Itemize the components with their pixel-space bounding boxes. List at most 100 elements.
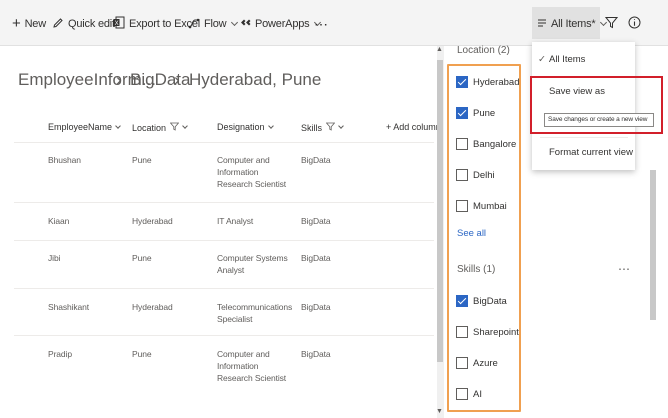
checkbox-hyderabad[interactable] xyxy=(456,76,468,88)
cell-skills: BigData xyxy=(301,253,331,263)
column-header-skills[interactable]: Skills xyxy=(301,122,344,133)
chevron-down-icon xyxy=(182,123,188,129)
list-icon xyxy=(537,18,547,31)
breadcrumb-separator: › xyxy=(116,70,122,89)
plus-icon: + xyxy=(12,14,21,32)
cell-location: Hyderabad xyxy=(132,302,173,312)
chevron-down-icon xyxy=(267,122,274,129)
filter-label-azure: Azure xyxy=(473,358,498,369)
powerapps-button[interactable]: PowerApps xyxy=(240,14,322,34)
cell-employee-name: Pradip xyxy=(48,349,72,359)
add-column-label: + Add column xyxy=(386,122,441,132)
column-header-employee-name[interactable]: EmployeeName xyxy=(48,122,121,132)
filter-label-delhi: Delhi xyxy=(473,170,495,181)
column-header-label: EmployeeName xyxy=(48,122,113,132)
save-view-tooltip: Save changes or create a new view xyxy=(544,113,654,127)
cell-location: Pune xyxy=(132,349,152,359)
quick-edit-label: Quick edit xyxy=(68,18,115,30)
skills-more-button[interactable]: ⋯ xyxy=(618,262,630,276)
add-column-button[interactable]: + Add column xyxy=(386,122,441,132)
view-name: All Items* xyxy=(551,18,596,30)
filter-label-bangalore: Bangalore xyxy=(473,139,517,150)
check-icon: ✓ xyxy=(538,54,546,65)
breadcrumb-current: Hyderabad, Pune xyxy=(189,70,322,89)
filter-label-sharepoint: Sharepoint xyxy=(473,327,519,338)
filter-pane-button[interactable] xyxy=(604,14,619,34)
filter-icon xyxy=(325,122,336,133)
cell-location: Pune xyxy=(132,253,152,263)
filter-icon xyxy=(604,16,619,32)
row-divider xyxy=(14,240,434,241)
cell-designation: Computer and Information Research Scient… xyxy=(217,155,287,189)
column-header-label: Skills xyxy=(301,122,323,133)
filter-label-mumbai: Mumbai xyxy=(473,201,507,212)
filter-label-bigdata: BigData xyxy=(473,296,507,307)
list-scrollbar[interactable] xyxy=(437,60,443,362)
skills-filter-title: Skills (1) xyxy=(457,264,496,275)
new-label: New xyxy=(24,18,47,30)
chevron-down-icon xyxy=(231,18,239,26)
filter-label-hyderabad: Hyderabad xyxy=(473,77,520,88)
cell-employee-name: Shashikant xyxy=(48,302,90,312)
quick-edit-button[interactable]: Quick edit xyxy=(52,14,115,34)
pencil-icon xyxy=(52,17,64,32)
see-all-link[interactable]: See all xyxy=(457,228,486,239)
filter-label-pune: Pune xyxy=(473,108,496,119)
cell-employee-name: Kiaan xyxy=(48,216,70,226)
flow-icon xyxy=(188,17,200,32)
cell-skills: BigData xyxy=(301,349,331,359)
breadcrumb-folder[interactable]: BigData xyxy=(130,70,190,90)
new-button[interactable]: + New xyxy=(12,14,46,34)
cell-location: Hyderabad xyxy=(132,216,173,226)
scroll-down-arrow-icon[interactable]: ▼ xyxy=(436,408,443,415)
checkbox-ai[interactable] xyxy=(456,388,468,400)
menu-item-format-current-view[interactable]: Format current view xyxy=(549,147,633,158)
more-commands-button[interactable]: ⋯ xyxy=(314,14,328,34)
cell-designation: Computer Systems Analyst xyxy=(217,253,288,275)
flow-button[interactable]: Flow xyxy=(188,14,239,34)
chevron-down-icon xyxy=(338,123,344,129)
row-divider xyxy=(14,335,434,336)
checkbox-mumbai[interactable] xyxy=(456,200,468,212)
cell-designation: Computer and Information Research Scient… xyxy=(217,349,287,383)
column-header-label: Location xyxy=(132,122,167,133)
svg-text:X: X xyxy=(115,21,119,27)
flow-label: Flow xyxy=(204,18,227,30)
location-filter-title: Location (2) xyxy=(457,45,510,56)
excel-icon: X xyxy=(113,16,125,32)
filter-icon xyxy=(169,122,180,133)
row-divider xyxy=(14,288,434,289)
header-divider xyxy=(14,142,434,143)
checkbox-bigdata[interactable] xyxy=(456,295,468,307)
cell-skills: BigData xyxy=(301,216,331,226)
column-header-designation[interactable]: Designation xyxy=(217,122,274,132)
cell-skills: BigData xyxy=(301,302,331,312)
chevron-down-icon xyxy=(115,122,121,129)
info-button[interactable] xyxy=(628,14,641,34)
menu-item-all-items[interactable]: All Items xyxy=(549,54,585,65)
info-icon xyxy=(628,16,641,32)
filter-label-ai: AI xyxy=(473,389,482,400)
cell-designation: IT Analyst xyxy=(217,216,254,226)
cell-designation: Telecommunications Specialist xyxy=(217,302,293,324)
cell-employee-name: Bhushan xyxy=(48,155,81,165)
checkbox-azure[interactable] xyxy=(456,357,468,369)
breadcrumb-separator: › xyxy=(174,70,180,89)
powerapps-icon xyxy=(240,17,251,31)
checkbox-sharepoint[interactable] xyxy=(456,326,468,338)
checkbox-bangalore[interactable] xyxy=(456,138,468,150)
scroll-up-arrow-icon[interactable]: ▲ xyxy=(436,46,443,53)
cell-employee-name: Jibi xyxy=(48,253,61,263)
column-header-location[interactable]: Location xyxy=(132,122,188,133)
checkbox-pune[interactable] xyxy=(456,107,468,119)
powerapps-label: PowerApps xyxy=(255,18,310,30)
view-selector[interactable]: All Items* xyxy=(537,14,608,34)
row-divider xyxy=(14,202,434,203)
cell-skills: BigData xyxy=(301,155,331,165)
cell-location: Pune xyxy=(132,155,152,165)
column-header-label: Designation xyxy=(217,122,265,132)
export-excel-button[interactable]: X Export to Excel xyxy=(113,14,200,34)
checkbox-delhi[interactable] xyxy=(456,169,468,181)
filter-pane-scrollbar[interactable] xyxy=(650,170,656,320)
menu-divider xyxy=(540,137,628,138)
